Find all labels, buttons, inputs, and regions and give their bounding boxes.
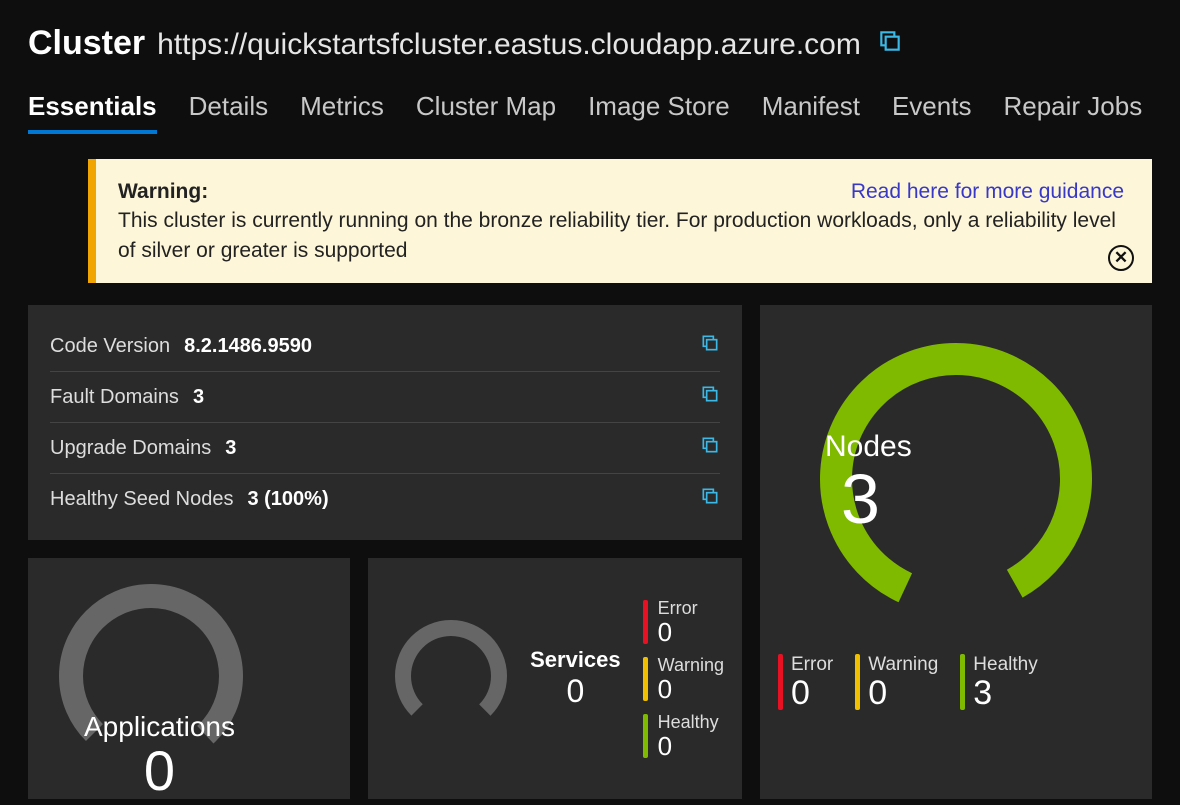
services-legend-warning: Warning0 xyxy=(643,655,724,702)
value-code-version: 8.2.1486.9590 xyxy=(184,335,312,358)
warning-label: Warning: xyxy=(118,177,208,206)
legend-warning-value: 0 xyxy=(658,676,724,702)
info-panel: Code Version 8.2.1486.9590 Fault Domains… xyxy=(28,305,742,540)
copy-url-icon[interactable] xyxy=(877,28,903,54)
label-healthy-seed: Healthy Seed Nodes xyxy=(50,488,233,511)
nodes-panel: Nodes 3 Error0 Warning0 Healthy3 xyxy=(760,305,1152,799)
label-upgrade-domains: Upgrade Domains xyxy=(50,437,211,460)
warning-guidance-link[interactable]: Read here for more guidance xyxy=(851,177,1124,206)
nodes-healthy-value: 3 xyxy=(973,676,1037,710)
legend-error-value: 0 xyxy=(658,619,698,645)
nodes-healthy-label: Healthy xyxy=(973,654,1037,676)
copy-upgrade-domains-icon[interactable] xyxy=(700,435,720,461)
row-code-version: Code Version 8.2.1486.9590 xyxy=(50,321,720,372)
nodes-warning-value: 0 xyxy=(868,676,938,710)
services-legend-error: Error0 xyxy=(643,598,724,645)
row-upgrade-domains: Upgrade Domains 3 xyxy=(50,423,720,474)
tab-repair-jobs[interactable]: Repair Jobs xyxy=(1003,91,1142,134)
value-fault-domains: 3 xyxy=(193,386,204,409)
cluster-url: https://quickstartsfcluster.eastus.cloud… xyxy=(157,28,861,62)
legend-error-label: Error xyxy=(658,598,698,619)
tab-essentials[interactable]: Essentials xyxy=(28,91,157,134)
tab-events[interactable]: Events xyxy=(892,91,972,134)
nodes-error-value: 0 xyxy=(791,676,833,710)
nodes-legend: Error0 Warning0 Healthy3 xyxy=(778,654,1134,710)
row-fault-domains: Fault Domains 3 xyxy=(50,372,720,423)
services-panel: Services 0 Error0 Warning0 Healthy0 xyxy=(368,558,742,799)
close-warning-icon[interactable]: ✕ xyxy=(1108,245,1134,271)
nodes-legend-error: Error0 xyxy=(778,654,833,710)
legend-healthy-value: 0 xyxy=(658,733,719,759)
tab-details[interactable]: Details xyxy=(189,91,268,134)
copy-code-version-icon[interactable] xyxy=(700,333,720,359)
warning-message: This cluster is currently running on the… xyxy=(118,206,1124,265)
page-header: Cluster https://quickstartsfcluster.east… xyxy=(28,24,1152,63)
warning-color-bar xyxy=(643,657,648,701)
page-title: Cluster xyxy=(28,24,145,63)
services-count: 0 xyxy=(530,673,621,710)
warning-color-bar xyxy=(855,654,860,710)
error-color-bar xyxy=(778,654,783,710)
tab-metrics[interactable]: Metrics xyxy=(300,91,384,134)
tab-bar: Essentials Details Metrics Cluster Map I… xyxy=(28,91,1152,135)
tab-cluster-map[interactable]: Cluster Map xyxy=(416,91,556,134)
healthy-color-bar xyxy=(960,654,965,710)
tab-manifest[interactable]: Manifest xyxy=(762,91,860,134)
nodes-count: 3 xyxy=(841,464,912,534)
label-code-version: Code Version xyxy=(50,335,170,358)
nodes-error-label: Error xyxy=(791,654,833,676)
healthy-color-bar xyxy=(643,714,648,758)
nodes-legend-healthy: Healthy3 xyxy=(960,654,1037,710)
legend-warning-label: Warning xyxy=(658,655,724,676)
copy-fault-domains-icon[interactable] xyxy=(700,384,720,410)
nodes-ring-icon: Nodes 3 xyxy=(801,329,1111,634)
row-healthy-seed: Healthy Seed Nodes 3 (100%) xyxy=(50,474,720,524)
copy-healthy-seed-icon[interactable] xyxy=(700,486,720,512)
value-healthy-seed: 3 (100%) xyxy=(247,488,328,511)
nodes-legend-warning: Warning0 xyxy=(855,654,938,710)
value-upgrade-domains: 3 xyxy=(225,437,236,460)
nodes-label: Nodes xyxy=(825,430,912,464)
services-legend-healthy: Healthy0 xyxy=(643,712,724,759)
services-label: Services xyxy=(530,647,621,673)
warning-banner: Warning: Read here for more guidance Thi… xyxy=(88,159,1152,283)
services-legend: Error0 Warning0 Healthy0 xyxy=(643,598,724,759)
error-color-bar xyxy=(643,600,648,644)
tab-image-store[interactable]: Image Store xyxy=(588,91,730,134)
label-fault-domains: Fault Domains xyxy=(50,386,179,409)
legend-healthy-label: Healthy xyxy=(658,712,719,733)
applications-panel: Applications 0 xyxy=(28,558,350,799)
nodes-warning-label: Warning xyxy=(868,654,938,676)
applications-count: 0 xyxy=(84,743,235,799)
services-ring-icon xyxy=(386,611,516,746)
